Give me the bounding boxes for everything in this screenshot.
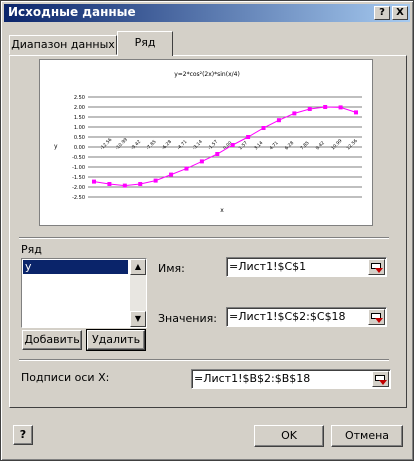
name-field[interactable]: =Лист1!$C$1: [226, 257, 387, 277]
values-field[interactable]: =Лист1!$C$2:$C$18: [226, 307, 387, 327]
chart-data-point: [199, 159, 204, 164]
name-label: Имя:: [158, 262, 185, 275]
collapse-dialog-icon[interactable]: [372, 371, 389, 387]
chart-data-point: [215, 152, 220, 156]
chart-svg: y=2*cos²(2x)*sin(x/4) y x 2.50 2.00 1.50 1.…: [54, 71, 362, 214]
chart-y-tick-label: 2.00: [74, 105, 85, 111]
chart-data-point: [92, 179, 96, 184]
chart-data-point: [138, 182, 143, 186]
series-listbox[interactable]: y ▲ ▼: [21, 258, 147, 328]
add-series-button[interactable]: Добавить: [22, 330, 82, 350]
values-field-value: =Лист1!$C$2:$C$18: [229, 310, 346, 323]
chart-x-tick-label: -12.56: [99, 137, 114, 152]
x-labels-label: Подписи оси X:: [21, 371, 110, 384]
chart-y-tick-label: 1.00: [74, 125, 85, 131]
chart-data-point: [107, 182, 112, 186]
chart-y-tick-label: -2.50: [72, 195, 85, 201]
separator-middle: [19, 359, 389, 361]
series-group-label: Ряд: [21, 243, 42, 256]
help-title-button[interactable]: ?: [374, 6, 390, 20]
chart-y-axis-label: y: [54, 143, 58, 150]
chart-y-tick-label: -2.00: [72, 185, 85, 191]
chart-data-point: [307, 107, 312, 111]
chart-x-tick-label: 12.56: [345, 138, 358, 151]
chart-x-tick-label: -9.42: [130, 139, 143, 152]
x-labels-field-value: =Лист1!$B$2:$B$18: [194, 372, 311, 385]
chart-data-point: [338, 105, 343, 110]
window-title: Исходные данные: [8, 5, 136, 19]
values-label: Значения:: [158, 312, 217, 325]
chart-data-point: [261, 126, 266, 130]
chart-x-tick-label: -6.28: [161, 139, 174, 152]
chart-y-tick-label: 2.50: [74, 95, 85, 101]
scroll-down-icon[interactable]: ▼: [130, 311, 146, 327]
chart-x-tick-label: 4.71: [268, 140, 279, 151]
chart-x-tick-label: -7.85: [145, 139, 158, 152]
chart-y-tick-label: -1.50: [72, 175, 85, 181]
chart-x-tick-label: -3.14: [191, 139, 204, 152]
chart-x-axis-label: x: [220, 207, 224, 214]
chart-preview: y=2*cos²(2x)*sin(x/4) y x 2.50 2.00 1.50 1.…: [39, 59, 373, 226]
collapse-dialog-icon[interactable]: [368, 309, 385, 325]
chart-x-tick-label: 3.14: [253, 140, 264, 151]
chart-x-tick-label: -1.57: [207, 139, 220, 152]
chart-x-tick-label: 6.28: [284, 140, 295, 151]
chart-data-point: [292, 111, 297, 116]
name-field-value: =Лист1!$C$1: [229, 260, 307, 273]
tab-data-range[interactable]: Диапазон данных: [9, 35, 117, 55]
chart-x-tick-label: -10.99: [114, 137, 129, 152]
chart-y-tick-label: -0.50: [72, 155, 85, 161]
chart-data-point: [354, 110, 358, 115]
source-data-dialog: Исходные данные ? X Диапазон данных Ряд …: [0, 0, 414, 461]
chart-title: y=2*cos²(2x)*sin(x/4): [174, 71, 240, 78]
collapse-dialog-icon[interactable]: [368, 259, 385, 275]
chart-data-point: [323, 105, 328, 109]
chart-data-point: [276, 118, 281, 123]
chart-x-tick-label: 7.85: [299, 140, 310, 151]
separator-top: [19, 237, 389, 239]
chart-x-tick-label: 10.99: [330, 138, 343, 151]
chart-y-tick-label: 0.50: [74, 135, 85, 141]
close-button[interactable]: X: [392, 6, 408, 20]
chart-data-point: [230, 143, 235, 147]
cancel-button[interactable]: Отмена: [331, 425, 403, 447]
chart-y-tick-label: 0.00: [74, 145, 85, 151]
chart-data-point: [246, 135, 251, 139]
chart-data-point: [153, 178, 158, 183]
listbox-scrollbar[interactable]: ▲ ▼: [130, 259, 146, 327]
chart-x-tick-label: 9.42: [315, 140, 326, 151]
ok-button[interactable]: OK: [254, 425, 324, 447]
help-question-icon[interactable]: ?: [13, 425, 33, 445]
x-labels-field[interactable]: =Лист1!$B$2:$B$18: [191, 369, 391, 389]
scroll-up-icon[interactable]: ▲: [130, 259, 146, 275]
chart-data-point: [169, 172, 174, 177]
series-list-item[interactable]: y: [23, 260, 128, 274]
delete-series-button[interactable]: Удалить: [86, 329, 146, 351]
chart-data-point: [122, 183, 127, 188]
title-bar: Исходные данные ? X: [4, 4, 410, 22]
chart-y-tick-label: -1.00: [72, 165, 85, 171]
chart-x-tick-label: -4.71: [176, 139, 189, 152]
chart-data-point: [184, 166, 189, 171]
tab-series[interactable]: Ряд: [117, 31, 173, 56]
chart-y-tick-label: 1.50: [74, 115, 85, 121]
